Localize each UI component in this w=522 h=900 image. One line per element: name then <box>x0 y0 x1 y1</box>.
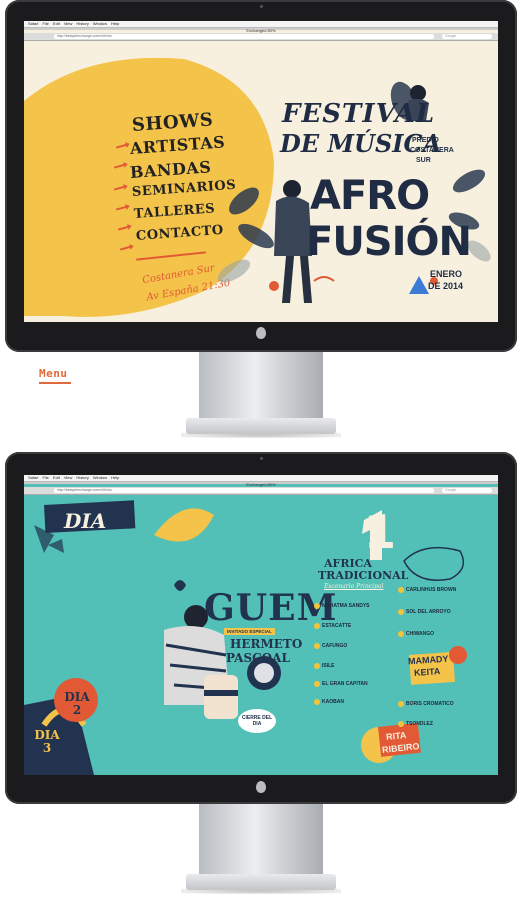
bullet-icon <box>314 643 320 649</box>
lineup-right-3[interactable]: CHIWANGO <box>406 631 434 637</box>
menu-file[interactable]: File <box>42 21 48 26</box>
apple-logo-icon <box>256 781 266 793</box>
day-number: 1 <box>364 505 397 559</box>
lineup-left-6[interactable]: KAOBAN <box>322 699 344 705</box>
camera-dot <box>259 457 263 460</box>
monitor-stand <box>199 352 323 418</box>
dia2-tab[interactable]: DIA 2 <box>62 691 92 717</box>
address-bar[interactable]: http://betapt/exchange.com/n/#/info <box>54 34 434 39</box>
menu-edit[interactable]: Edit <box>53 475 60 480</box>
bullet-icon <box>314 623 320 629</box>
menu-safari[interactable]: Safari <box>28 21 38 26</box>
date-enero: ENERO <box>430 269 463 279</box>
menu-safari[interactable]: Safari <box>28 475 38 480</box>
rita-name-1: RITA <box>385 729 407 743</box>
section-caption: Menu <box>39 367 68 380</box>
menu-edit[interactable]: Edit <box>53 21 60 26</box>
monitor-1: Safari File Edit View History Window Help Exch… <box>5 0 517 440</box>
caption-underline <box>39 382 71 384</box>
title-fusion: FUSIÓN <box>306 219 472 265</box>
menu-history[interactable]: History <box>76 21 88 26</box>
menu-window[interactable]: Window <box>93 21 107 26</box>
monitor-2: Safari File Edit View History Window Help Exch… <box>5 452 517 897</box>
camera-dot <box>259 5 263 8</box>
lineup-left-1[interactable]: MAHATMA SANDYS <box>322 603 370 609</box>
menu-help[interactable]: Help <box>111 475 119 480</box>
predio-label: PREDIO <box>412 137 439 144</box>
title-afro: AFRO <box>310 173 430 219</box>
bullet-icon <box>398 631 404 637</box>
monitor-bezel: Safari File Edit View History Window Help Exch… <box>5 452 517 804</box>
monitor-base <box>186 418 336 434</box>
lineup-left-4[interactable]: ISILE <box>322 663 335 669</box>
bullet-icon <box>314 603 320 609</box>
dia-label: DIA <box>64 509 107 533</box>
title-festival: FESTIVAL <box>282 99 436 129</box>
mamady-name-2: KEITA <box>413 666 441 678</box>
apple-logo-icon <box>256 327 266 339</box>
date-year: DE 2014 <box>428 281 464 291</box>
section-title-2: TRADICIONAL <box>318 569 409 582</box>
bullet-icon <box>398 609 404 615</box>
menu-window[interactable]: Window <box>93 475 107 480</box>
guest-name-1: HERMETO <box>230 637 303 651</box>
screen: Safari File Edit View History Window Help Exch… <box>24 21 498 322</box>
search-field[interactable]: Google <box>442 488 492 493</box>
mac-menubar: Safari File Edit View History Window Help <box>24 475 498 482</box>
address-bar-container: http://betapt/exchange.com/n/#/info Goog… <box>24 487 498 495</box>
lineup-right-1[interactable]: CARLINHUS BROWN <box>406 587 456 593</box>
sur-label: SUR <box>416 157 431 164</box>
screen: Safari File Edit View History Window Help Exch… <box>24 475 498 775</box>
menu-help[interactable]: Help <box>111 21 119 26</box>
menu-view[interactable]: View <box>64 21 73 26</box>
lineup-left-2[interactable]: ESTACATTE <box>322 623 351 629</box>
lineup-right-2[interactable]: SOL DEL ARROYO <box>406 609 451 615</box>
menu-file[interactable]: File <box>42 475 48 480</box>
bullet-icon <box>398 587 404 593</box>
lineup-right-4[interactable]: BORIS CROMATICO <box>406 701 454 707</box>
search-field[interactable]: Google <box>442 34 492 39</box>
bullet-icon <box>314 681 320 687</box>
lineup-left-5[interactable]: EL GRAN CAPITAN <box>322 681 368 687</box>
lineup-left-3[interactable]: CAFUNGO <box>322 643 347 649</box>
guest-name-2: PASCOAL <box>226 651 290 665</box>
monitor-stand <box>199 804 323 874</box>
monitor-bezel: Safari File Edit View History Window Help Exch… <box>5 0 517 352</box>
bullet-icon <box>398 721 404 727</box>
costanera-label: COSTANERA <box>410 147 454 154</box>
menu-view[interactable]: View <box>64 475 73 480</box>
cierre-badge: CIERRE DEL DIA <box>238 709 276 733</box>
page-content: SHOWS ARTISTAS BANDAS SEMINARIOS TALLERE… <box>24 41 498 322</box>
menu-history[interactable]: History <box>76 475 88 480</box>
bullet-icon <box>314 699 320 705</box>
monitor-base <box>186 874 336 890</box>
bullet-icon <box>314 663 320 669</box>
section-subtitle: Escenario Principal <box>324 583 384 590</box>
address-bar[interactable]: http://betapt/exchange.com/n/#/info <box>54 488 434 493</box>
guest-label: INVITADO ESPECIAL <box>224 628 275 635</box>
bullet-icon <box>398 701 404 707</box>
mac-menubar: Safari File Edit View History Window Help <box>24 21 498 28</box>
lineup-right-5[interactable]: TSONDLEZ <box>406 721 433 727</box>
page-content: DIA 1 GUEM INVITADO ESPECIAL HERMETO PAS… <box>24 495 498 775</box>
address-bar-container: http://betapt/exchange.com/n/#/info Goog… <box>24 33 498 41</box>
dia3-tab[interactable]: DIA 3 <box>32 729 62 755</box>
